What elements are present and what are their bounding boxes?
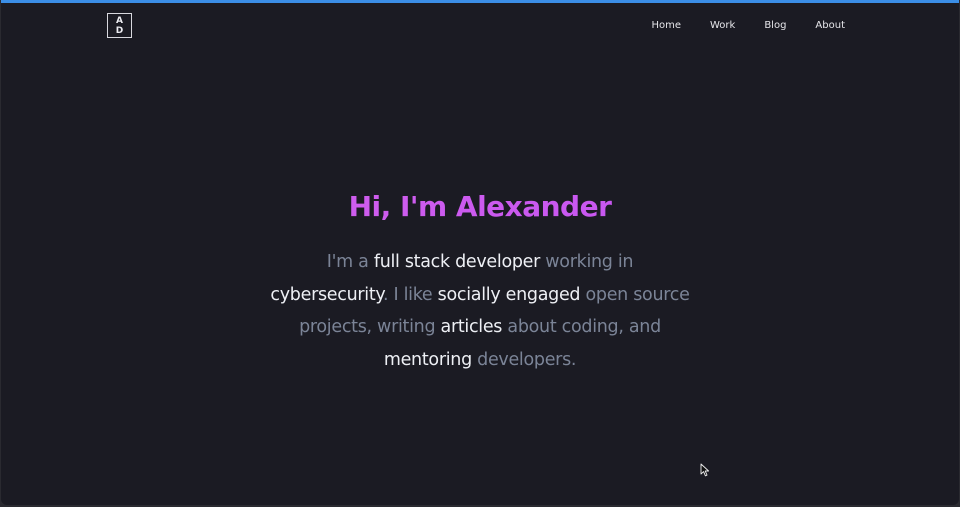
intro-highlight-articles: articles [440, 317, 503, 337]
intro-highlight-role: full stack developer [373, 252, 541, 272]
browser-top-strip [1, 0, 959, 3]
site-logo[interactable]: A D [107, 13, 132, 38]
logo-letter-d: D [115, 25, 124, 36]
intro-text: working in [540, 252, 634, 272]
intro-highlight-field: cybersecurity [270, 284, 383, 305]
intro-text: I'm a [326, 252, 374, 272]
nav-work-link[interactable]: Work [710, 20, 735, 31]
logo-letter-a: A [116, 15, 123, 26]
nav-about-link[interactable]: About [815, 20, 845, 31]
intro-text: developers. [471, 349, 577, 370]
intro-highlight-mentoring: mentoring [383, 349, 472, 370]
main-nav: Home Work Blog About [622, 20, 845, 31]
intro-text: about coding, and [502, 317, 661, 337]
nav-blog-link[interactable]: Blog [764, 20, 786, 31]
page: A D Home Work Blog About Hi, I'm Alexand… [1, 0, 959, 505]
mouse-pointer-icon [700, 463, 710, 477]
intro-text: . I like [382, 284, 438, 305]
intro-highlight-projects: socially engaged [437, 284, 581, 305]
nav-home-link[interactable]: Home [651, 20, 681, 31]
hero-title: Hi, I'm Alexander [1, 190, 959, 223]
hero-intro: I'm a full stack developer working in cy… [270, 246, 690, 376]
